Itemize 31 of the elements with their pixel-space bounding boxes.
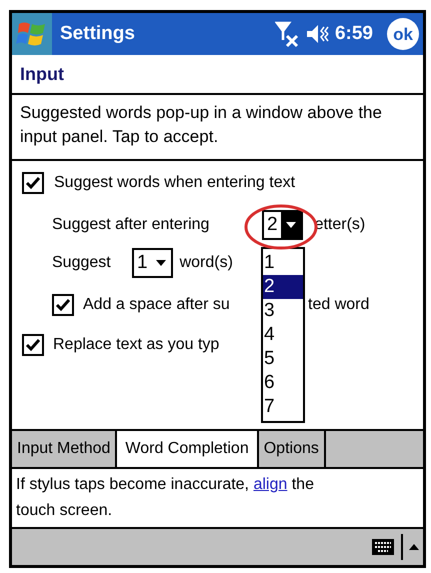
checkmark-icon xyxy=(55,298,71,312)
window-title: Settings xyxy=(60,22,135,46)
checkbox[interactable] xyxy=(52,294,74,316)
speaker-icon[interactable] xyxy=(304,23,331,45)
checkbox[interactable] xyxy=(22,172,44,194)
unit-label: etter(s) xyxy=(314,215,366,235)
footer-text: If stylus taps become inaccurate, align the touch screen. xyxy=(16,475,315,521)
antenna-off-icon[interactable] xyxy=(274,20,299,48)
checkmark-icon xyxy=(25,338,41,352)
ok-button[interactable]: ok xyxy=(387,18,419,50)
caret-down-icon xyxy=(156,260,166,266)
description-text: Suggested words pop-up in a window above the input panel. Tap to accept. xyxy=(20,102,383,148)
caret-up-icon[interactable] xyxy=(409,544,419,550)
keyboard-icon[interactable] xyxy=(371,538,395,556)
tab[interactable]: Word Completion xyxy=(117,431,259,467)
number-dropdown[interactable]: 2 xyxy=(262,210,303,240)
checkmark-icon xyxy=(25,176,41,190)
caret-down-icon xyxy=(286,222,296,228)
clock-time[interactable]: 6:59 xyxy=(334,20,373,48)
checkbox[interactable] xyxy=(22,334,44,356)
unit-label: word(s) xyxy=(180,253,233,273)
checkbox-label: ted word xyxy=(308,295,370,315)
checkbox-label: Add a space after su xyxy=(83,295,231,315)
checkbox-label: Replace text as you typ xyxy=(53,335,220,355)
page-header: Input xyxy=(20,62,64,86)
dropdown-option[interactable]: 2 xyxy=(263,275,303,299)
setting-label: Suggest after entering xyxy=(52,215,210,235)
number-dropdown[interactable]: 1 xyxy=(132,248,173,278)
setting-label: Suggest xyxy=(52,253,112,273)
align-link[interactable]: align xyxy=(253,476,288,493)
checkbox-label: Suggest words when entering text xyxy=(54,173,296,193)
